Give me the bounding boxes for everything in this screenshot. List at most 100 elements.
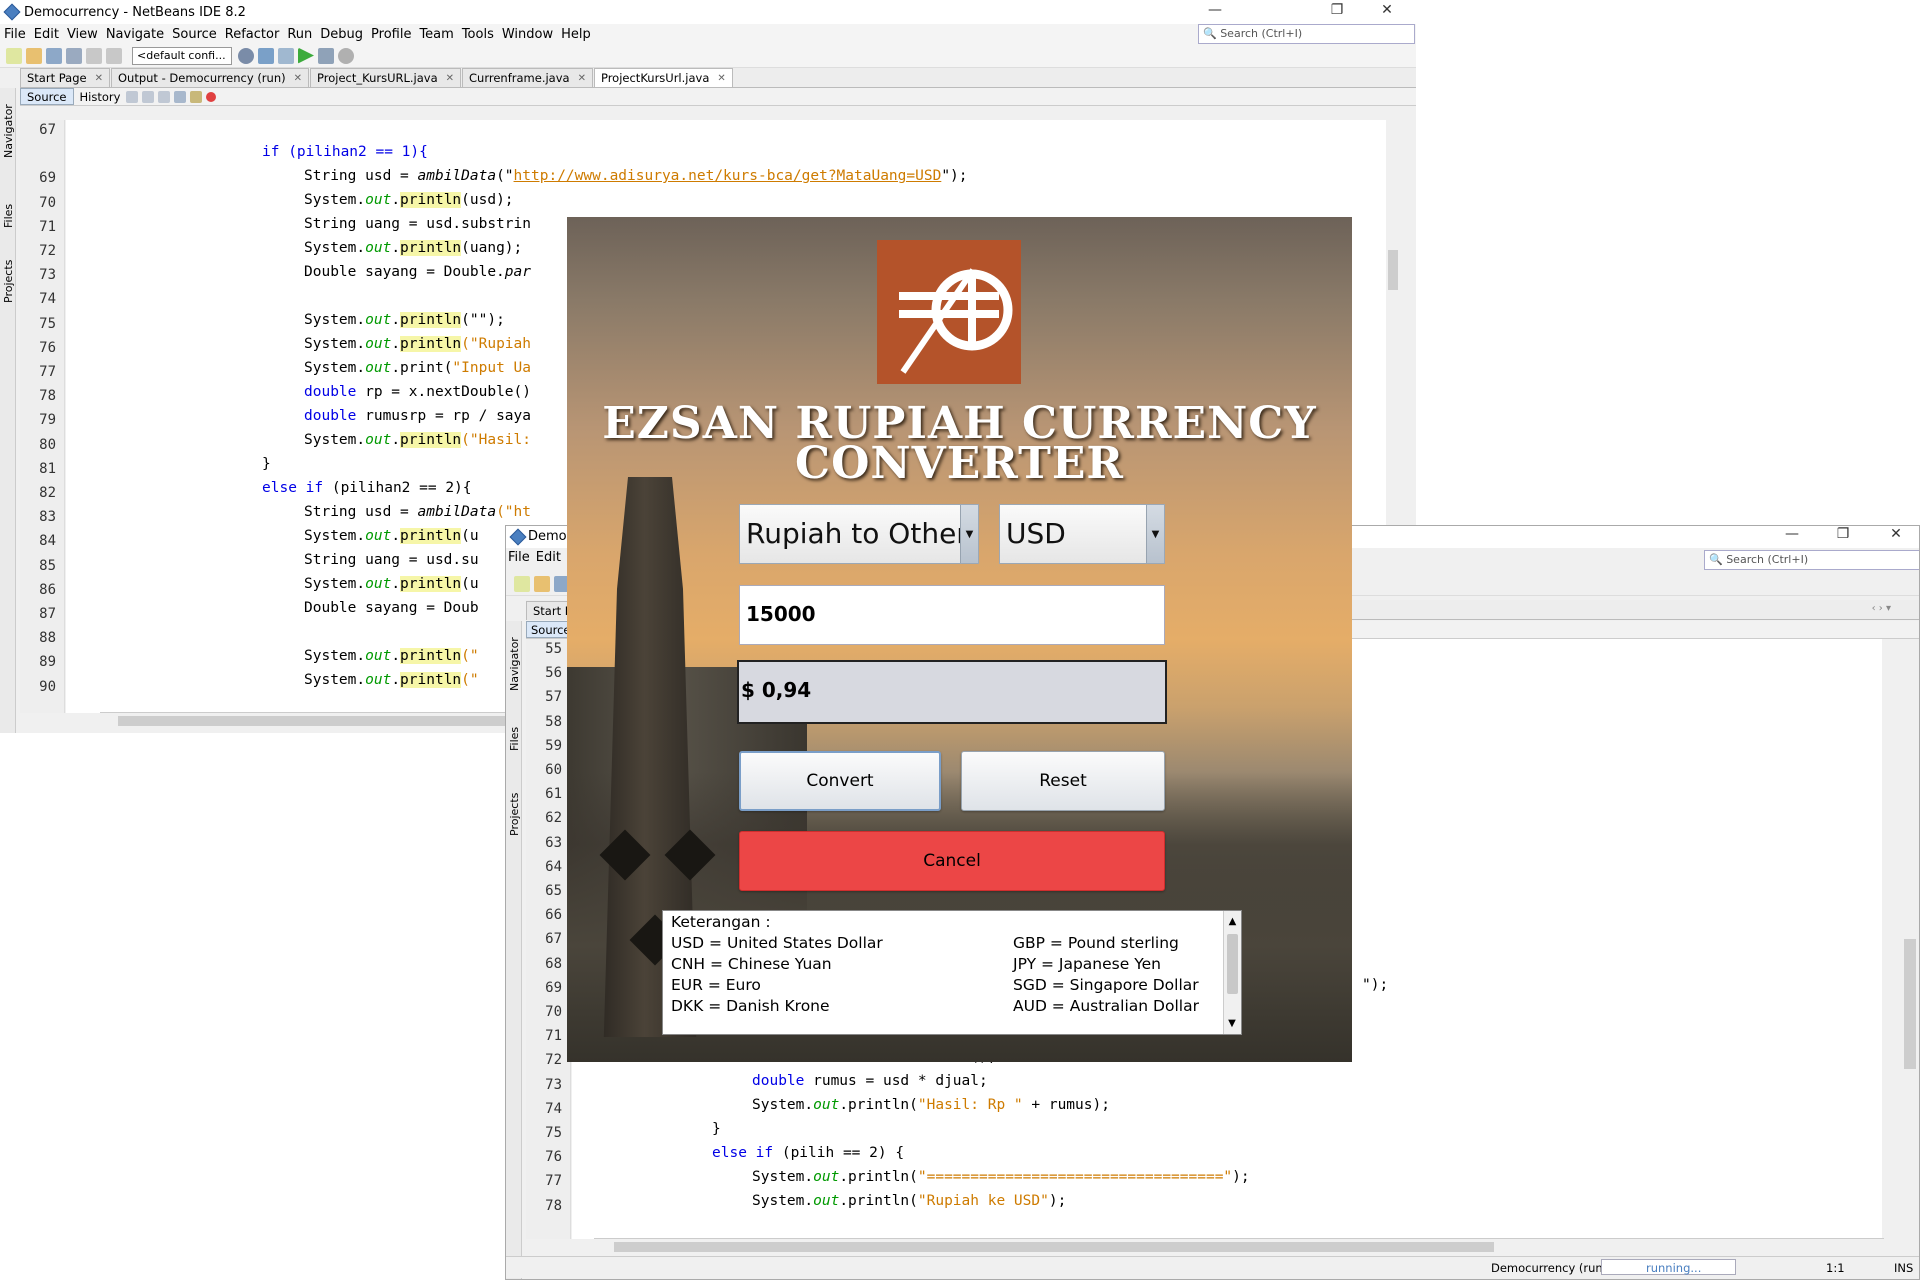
tab-projectkursurl[interactable]: ProjectKursUrl.java ✕ — [593, 68, 733, 87]
code-text: if (pilihan2 == 1){ — [262, 144, 428, 160]
menu-navigate[interactable]: Navigate — [106, 27, 164, 42]
menu-edit[interactable]: Edit — [34, 27, 59, 42]
reset-button[interactable]: Reset — [961, 751, 1165, 811]
open-project-icon[interactable] — [46, 47, 62, 64]
new-project-icon[interactable] — [26, 47, 42, 64]
undo-icon[interactable] — [86, 47, 102, 64]
projects-tab[interactable]: Projects — [2, 260, 15, 303]
menu-run[interactable]: Run — [287, 27, 312, 42]
code-text: (uang); — [461, 240, 523, 256]
horizontal-scrollbar[interactable] — [594, 1238, 1884, 1254]
tab-scroll-icon[interactable]: ‹ › ▾ — [1872, 603, 1891, 614]
new-file-icon[interactable] — [6, 47, 22, 64]
redo-icon[interactable] — [106, 47, 122, 64]
menu-source[interactable]: Source — [172, 27, 217, 42]
tab-project-kursurl[interactable]: Project_KursURL.java ✕ — [310, 68, 462, 87]
line-number: 67 — [39, 122, 56, 138]
editor-tool-icon[interactable] — [126, 90, 139, 103]
vertical-scrollbar[interactable] — [1901, 639, 1919, 1239]
menu-window[interactable]: Window — [502, 27, 553, 42]
close-button[interactable]: ✕ — [1876, 526, 1916, 542]
code-text: } — [712, 1121, 721, 1137]
navigator-tab[interactable]: Navigator — [2, 104, 15, 158]
close-button[interactable]: ✕ — [1367, 2, 1407, 18]
close-icon[interactable]: ✕ — [717, 73, 725, 84]
editor-tool-icon[interactable] — [158, 90, 171, 103]
chevron-down-icon[interactable]: ▼ — [1146, 505, 1164, 563]
code-text: String usd = — [304, 504, 418, 520]
code-text: println — [400, 240, 462, 256]
convert-button[interactable]: Convert — [739, 751, 941, 811]
source-tab[interactable]: Source — [20, 88, 74, 105]
tab-output[interactable]: Output - Democurrency (run) ✕ — [110, 68, 309, 87]
scroll-thumb[interactable] — [1904, 939, 1916, 1069]
vertical-scrollbar[interactable] — [1386, 120, 1400, 520]
tab-start-page[interactable]: Start Page ✕ — [20, 68, 110, 87]
search-input[interactable]: 🔍 Search (Ctrl+I) — [1704, 550, 1919, 570]
legend-scrollbar[interactable]: ▲ ▼ — [1223, 911, 1241, 1034]
restore-button[interactable]: ❐ — [1317, 2, 1357, 18]
search-input[interactable]: 🔍 Search (Ctrl+I) — [1198, 24, 1415, 44]
line-number: 67 — [545, 931, 562, 948]
restore-button[interactable]: ❐ — [1823, 526, 1863, 542]
scroll-down-icon[interactable]: ▼ — [1224, 1013, 1240, 1034]
files-tab[interactable]: Files — [2, 204, 15, 228]
debug-icon[interactable] — [318, 47, 334, 64]
config-combo[interactable]: <default confi... — [132, 46, 232, 65]
cancel-button[interactable]: Cancel — [739, 831, 1165, 891]
files-tab[interactable]: Files — [508, 727, 521, 751]
menu-edit[interactable]: Edit — [536, 550, 561, 570]
stop-icon[interactable] — [206, 91, 217, 102]
menu-team[interactable]: Team — [419, 27, 453, 42]
menu-tools[interactable]: Tools — [462, 27, 494, 42]
code-text: (""); — [461, 312, 505, 328]
minimize-button[interactable]: — — [1195, 2, 1235, 18]
scroll-thumb[interactable] — [614, 1242, 1494, 1252]
clean-build-icon[interactable] — [258, 47, 274, 64]
amount-input[interactable]: 15000 — [739, 585, 1165, 645]
history-tab[interactable]: History — [74, 88, 127, 105]
profile-icon[interactable] — [338, 47, 354, 64]
build-icon[interactable] — [278, 47, 294, 64]
scroll-thumb[interactable] — [118, 716, 538, 726]
globe-icon[interactable] — [238, 47, 254, 64]
run-icon[interactable] — [298, 47, 314, 64]
conversion-mode-select[interactable]: Rupiah to Other ▼ — [739, 504, 979, 564]
editor-tool-icon[interactable] — [142, 90, 155, 103]
close-icon[interactable]: ✕ — [95, 73, 103, 84]
editor-tool-icon[interactable] — [190, 90, 203, 103]
code-text: out — [365, 648, 392, 664]
scroll-up-icon[interactable]: ▲ — [1224, 911, 1241, 932]
menu-help[interactable]: Help — [561, 27, 591, 42]
projects-tab[interactable]: Projects — [508, 793, 521, 836]
new-project-icon[interactable] — [534, 576, 550, 592]
menu-profile[interactable]: Profile — [371, 27, 411, 42]
menu-debug[interactable]: Debug — [320, 27, 363, 42]
code-text: .println( — [839, 1097, 918, 1113]
line-number: 61 — [545, 786, 562, 803]
line-number: 64 — [545, 858, 562, 875]
code-text: Double sayang = Doub — [304, 600, 479, 616]
currency-select[interactable]: USD ▼ — [999, 504, 1165, 564]
close-icon[interactable]: ✕ — [446, 73, 454, 84]
menu-file[interactable]: File — [4, 27, 26, 42]
chevron-down-icon[interactable]: ▼ — [960, 505, 978, 563]
menu-refactor[interactable]: Refactor — [225, 27, 280, 42]
result-field: $ 0,94 — [737, 660, 1167, 724]
menu-view[interactable]: View — [67, 27, 98, 42]
code-line-87: Double sayang = Doub — [304, 600, 479, 616]
search-icon[interactable] — [174, 90, 187, 103]
code-text: else if — [712, 1145, 774, 1161]
save-all-icon[interactable] — [66, 47, 82, 64]
close-icon[interactable]: ✕ — [578, 73, 586, 84]
menu-file[interactable]: File — [508, 550, 530, 570]
scroll-thumb[interactable] — [1227, 934, 1238, 994]
currency-logo-icon — [899, 268, 1013, 374]
navigator-tab[interactable]: Navigator — [508, 637, 521, 691]
minimize-button[interactable]: — — [1772, 526, 1812, 542]
new-file-icon[interactable] — [514, 576, 530, 592]
close-icon[interactable]: ✕ — [294, 73, 302, 84]
scroll-thumb[interactable] — [1388, 250, 1398, 290]
tab-currenframe[interactable]: Currenframe.java ✕ — [462, 68, 593, 87]
horizontal-scrollbar[interactable] — [100, 712, 550, 728]
